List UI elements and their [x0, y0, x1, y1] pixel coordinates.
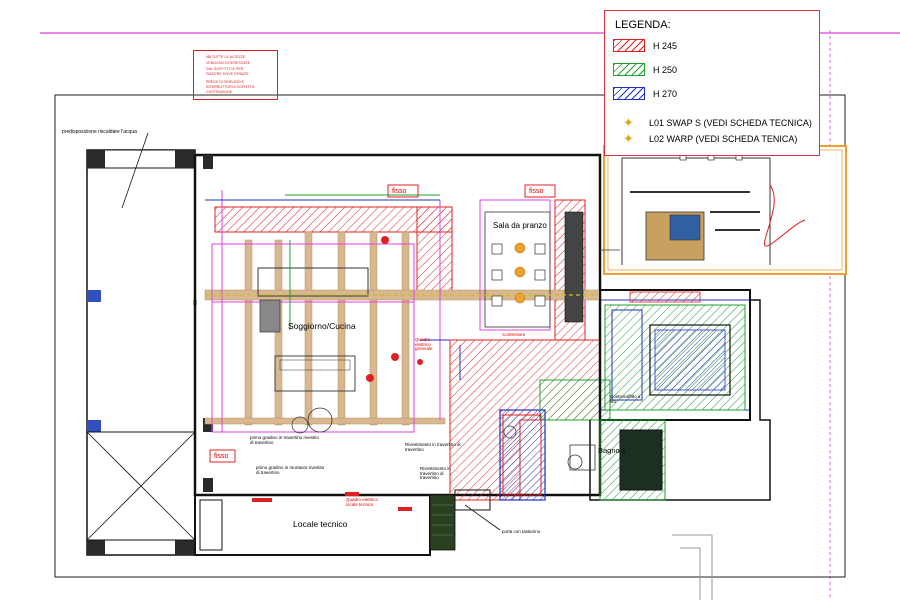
notes-box: NB TUTTE LE ALTEZZE VENGONO INTERESSATE … [193, 50, 278, 100]
swatch-h245 [613, 39, 645, 52]
light-fixture [514, 266, 526, 278]
legend-h270-label: H 270 [653, 89, 678, 99]
quadro-tecnico-label: Quadro elettrico locale tecnico [346, 497, 379, 507]
contenitore-label: Contenitore [502, 332, 526, 337]
room-label-dining: Sala da pranzo [493, 221, 547, 230]
note-line: NB TUTTE LE ALTEZZE [206, 55, 246, 59]
drain-leader [121, 132, 149, 209]
note-line: PIACERE DOVE STIBATE [206, 72, 249, 76]
stair-green [429, 494, 456, 551]
legend-l01-label: L01 SWAP S (VEDI SCHEDA TECNICA) [649, 118, 812, 128]
legend-l02-label: L02 WARP (VEDI SCHEDA TENICA) [649, 134, 798, 144]
legend-title: LEGENDA: [615, 19, 671, 31]
porta-label: porta con tastierino [502, 529, 541, 534]
pillar [87, 150, 105, 168]
fisso-label: fisso [392, 188, 407, 195]
note-line: INTERRUTTORI A SOFFITTO [206, 85, 255, 89]
porta-leader [464, 504, 501, 531]
balcony-outline [86, 149, 196, 556]
shower-box [619, 429, 663, 491]
step-label-2: primo gradino in muratura rivestito di t… [256, 465, 325, 475]
drain-label: predisposizione riscaldare l'acqua [62, 129, 137, 135]
star-light-icon: ✦ [623, 115, 634, 130]
pillar [175, 540, 195, 555]
legend-h245-label: H 245 [653, 41, 678, 51]
detail-box [603, 145, 847, 275]
note-line: VENGONO INTERESSATE [206, 61, 251, 65]
legend-box: LEGENDA: H 245 H 250 H 270 ✦ L01 SWAP S … [604, 10, 820, 156]
room-label-tech: Locale tecnico [293, 519, 348, 529]
ceiling-h245-top [214, 206, 453, 233]
legend-h250-label: H 250 [653, 65, 678, 75]
rivestimento-label-1: Rivestimento in travertino di travertino [405, 442, 461, 452]
quadro-generale-label: Quadro elettrico generale [415, 337, 433, 351]
note-line: PREDE DI SERVIZIO E [206, 80, 245, 84]
dining-cabinet [564, 211, 584, 323]
swatch-h250 [613, 63, 645, 76]
swatch-h270 [613, 87, 645, 100]
fisso-label: fisso [214, 453, 229, 460]
note-line: DAL SOFFITTO E PER [206, 67, 244, 71]
room-label-living: Soggiorno/Cucina [288, 321, 356, 331]
rivestimento-label-2: Rivestimento in travertino di travertino [420, 466, 451, 480]
star-light-icon: ✦ [623, 131, 634, 146]
controsoffitto-label: Controsoffitto a filo [610, 394, 641, 404]
pillar [87, 540, 105, 555]
step-label-1: primo gradino in travertino rivestito di… [250, 435, 320, 445]
fisso-label: fisso [529, 188, 544, 195]
light-fixture [514, 242, 526, 254]
pillar-blue [87, 420, 101, 432]
ceiling-h245-right [416, 206, 453, 298]
room-label-bath: Bagno 1 [598, 446, 626, 455]
service-bath-h270 [499, 409, 546, 501]
pillar [175, 150, 195, 168]
pillar-blue [87, 290, 101, 302]
note-line: COSTRUZIONE [206, 90, 233, 94]
